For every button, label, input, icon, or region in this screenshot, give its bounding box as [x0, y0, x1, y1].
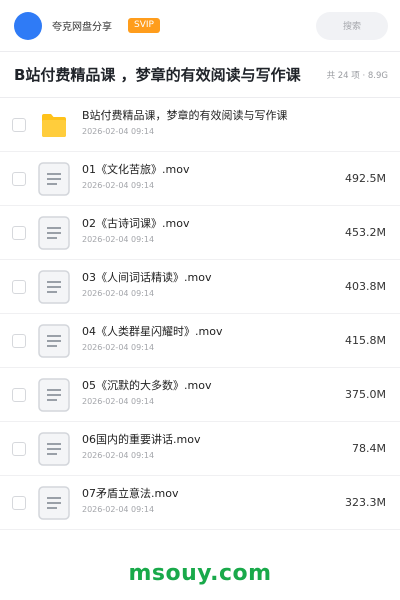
row-checkbox[interactable]	[12, 171, 26, 186]
file-name: 06国内的重要讲话.mov	[82, 433, 201, 446]
search-input[interactable]: 搜索	[316, 11, 388, 40]
row-texts: 04《人类群星闪耀时》.mov 2026-02-04 09:14	[82, 324, 222, 354]
file-size: 78.4M	[352, 442, 386, 455]
row-texts: 05《沉默的大多数》.mov 2026-02-04 09:14	[82, 378, 211, 408]
list-item-file[interactable]: 01《文化苦旅》.mov 2026-02-04 09:14 492.5M	[0, 152, 400, 206]
document-icon	[38, 377, 70, 412]
file-size: 453.2M	[345, 226, 386, 239]
watermark-text: msouy.com	[0, 546, 400, 600]
file-name: 01《文化苦旅》.mov	[82, 163, 190, 176]
file-size: 403.8M	[345, 280, 386, 293]
row-checkbox[interactable]	[12, 279, 26, 294]
row-checkbox[interactable]	[12, 117, 26, 132]
list-item-folder[interactable]: B站付费精品课，梦章的有效阅读与写作课 2026-02-04 09:14	[0, 98, 400, 152]
list-item-file[interactable]: 06国内的重要讲话.mov 2026-02-04 09:14 78.4M	[0, 422, 400, 476]
list-item-file[interactable]: 04《人类群星闪耀时》.mov 2026-02-04 09:14 415.8M	[0, 314, 400, 368]
list-item-file[interactable]: 02《古诗词课》.mov 2026-02-04 09:14 453.2M	[0, 206, 400, 260]
search-placeholder: 搜索	[342, 22, 361, 32]
folder-icon	[42, 113, 66, 137]
file-size: 492.5M	[345, 172, 386, 185]
avatar[interactable]	[14, 11, 42, 40]
file-date: 2026-02-04 09:14	[82, 181, 155, 190]
top-header: 夸克网盘分享 SVIP 搜索	[0, 0, 400, 52]
file-size: 375.0M	[345, 388, 386, 401]
row-checkbox[interactable]	[12, 333, 26, 348]
user-name: 夸克网盘分享	[52, 22, 112, 33]
document-icon	[38, 161, 70, 196]
file-date: 2026-02-04 09:14	[82, 505, 155, 514]
folder-title-bar: B站付费精品课 ，梦章的有效阅读与写作课 共 24 项 · 8.9G	[0, 52, 400, 98]
file-name: 04《人类群星闪耀时》.mov	[82, 325, 223, 338]
row-checkbox[interactable]	[12, 387, 26, 402]
file-size: 323.3M	[345, 496, 386, 509]
row-texts: 02《古诗词课》.mov 2026-02-04 09:14	[82, 216, 189, 246]
list-item-file[interactable]: 05《沉默的大多数》.mov 2026-02-04 09:14 375.0M	[0, 368, 400, 422]
row-checkbox[interactable]	[12, 495, 26, 510]
list-item-file[interactable]: 07矛盾立意法.mov 2026-02-04 09:14 323.3M	[0, 476, 400, 530]
file-date: 2026-02-04 09:14	[82, 343, 155, 352]
row-texts: 06国内的重要讲话.mov 2026-02-04 09:14	[82, 432, 200, 462]
page-title: B站付费精品课 ，梦章的有效阅读与写作课	[14, 66, 301, 84]
row-checkbox[interactable]	[12, 441, 26, 456]
file-date: 2026-02-04 09:14	[82, 397, 155, 406]
row-checkbox[interactable]	[12, 225, 26, 240]
app-page: 夸克网盘分享 SVIP 搜索 B站付费精品课 ，梦章的有效阅读与写作课 共 24…	[0, 0, 400, 600]
row-texts: B站付费精品课，梦章的有效阅读与写作课 2026-02-04 09:14	[82, 108, 288, 138]
file-date: 2026-02-04 09:14	[82, 289, 155, 298]
file-name: 07矛盾立意法.mov	[82, 487, 179, 500]
file-name: 02《古诗词课》.mov	[82, 217, 190, 230]
file-name: 03《人间词话精读》.mov	[82, 271, 212, 284]
file-size: 415.8M	[345, 334, 386, 347]
file-list: B站付费精品课，梦章的有效阅读与写作课 2026-02-04 09:14 01《…	[0, 98, 400, 546]
document-icon	[38, 431, 70, 466]
list-item-file[interactable]: 03《人间词话精读》.mov 2026-02-04 09:14 403.8M	[0, 260, 400, 314]
row-texts: 01《文化苦旅》.mov 2026-02-04 09:14	[82, 162, 189, 192]
document-icon	[38, 215, 70, 250]
file-date: 2026-02-04 09:14	[82, 127, 155, 136]
document-icon	[38, 269, 70, 304]
document-icon	[38, 485, 70, 520]
row-texts: 07矛盾立意法.mov 2026-02-04 09:14	[82, 486, 178, 516]
file-date: 2026-02-04 09:14	[82, 451, 155, 460]
file-name: B站付费精品课，梦章的有效阅读与写作课	[82, 109, 288, 122]
row-texts: 03《人间词话精读》.mov 2026-02-04 09:14	[82, 270, 211, 300]
file-date: 2026-02-04 09:14	[82, 235, 155, 244]
svip-badge: SVIP	[128, 18, 160, 33]
document-icon	[38, 323, 70, 358]
file-name: 05《沉默的大多数》.mov	[82, 379, 212, 392]
folder-meta: 共 24 项 · 8.9G	[326, 70, 388, 81]
